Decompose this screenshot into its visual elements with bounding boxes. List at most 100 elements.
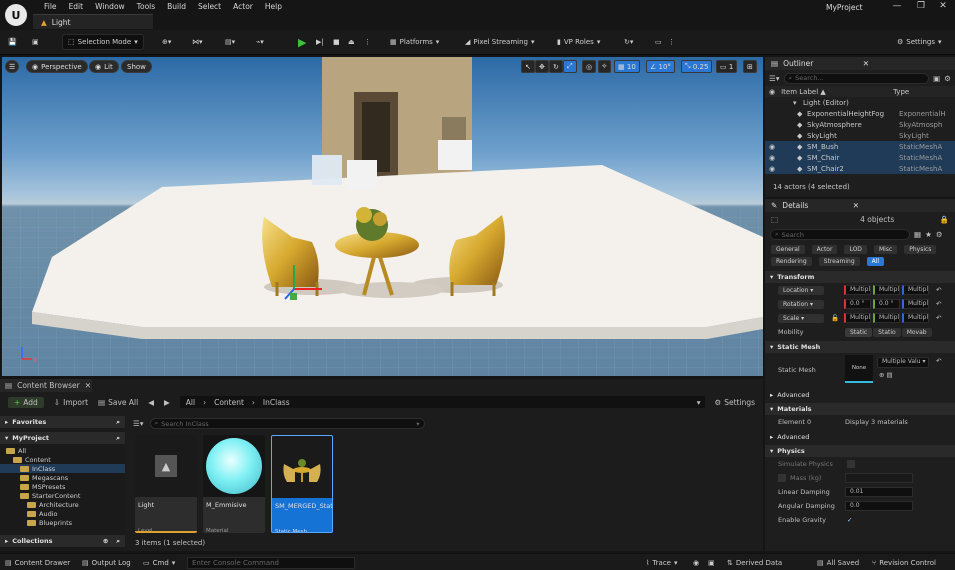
revision-control-button[interactable]: ⑂ Revision Control <box>872 557 936 569</box>
add-folder-icon[interactable]: ▣ <box>933 74 940 83</box>
filter-misc[interactable]: Misc <box>873 245 898 254</box>
folder-tree-item[interactable]: StarterContent <box>0 491 125 500</box>
menu-select[interactable]: Select <box>192 2 227 11</box>
simulate-checkbox[interactable] <box>847 460 855 468</box>
surface-snap-icon[interactable]: ⟡ <box>598 60 611 73</box>
outliner-search-input[interactable]: ⌕ Search... <box>783 72 930 84</box>
blueprint-icon[interactable]: ⋈▾ <box>192 34 203 50</box>
visibility-icon[interactable]: ◉ <box>769 88 775 96</box>
search-icon[interactable]: ⌕ <box>116 434 120 443</box>
table-view-icon[interactable]: ▦ <box>914 230 921 239</box>
level-viewport[interactable]: z x ☰ ◉ Perspective ◉ Lit Show ↖ ✥ ↻ ⤢ ◎ ⟡… <box>2 57 763 376</box>
menu-actor[interactable]: Actor <box>227 2 259 11</box>
folder-tree-item[interactable]: MSPresets <box>0 482 125 491</box>
minimize-button[interactable]: — <box>885 0 909 13</box>
advanced-row-2[interactable]: ▸ Advanced <box>765 431 955 443</box>
stop-button[interactable]: ■ <box>333 34 340 50</box>
maximize-viewport-icon[interactable]: ⊞ <box>743 60 757 73</box>
transform-section[interactable]: ▾ Transform <box>765 271 955 283</box>
pixel-streaming-dropdown[interactable]: ◢ Pixel Streaming ▾ <box>465 34 534 50</box>
reset-icon[interactable]: ↶ <box>936 357 941 365</box>
location-dropdown[interactable]: Location ▾ <box>778 285 824 295</box>
filter-all[interactable]: All <box>866 257 885 266</box>
gear-icon[interactable]: ⚙ <box>936 230 943 239</box>
trace-dropdown[interactable]: ⌇ Trace ▾ <box>646 557 678 569</box>
scale-tool-icon[interactable]: ⤢ <box>563 60 577 73</box>
grid-snap-button[interactable]: ▦ 10 <box>614 60 640 73</box>
rotation-x[interactable]: 0.0 ° <box>844 299 871 309</box>
breadcrumb-all[interactable]: All <box>186 398 195 407</box>
close-icon[interactable]: ✕ <box>853 201 859 210</box>
all-saved-button[interactable]: ▤ All Saved <box>817 557 859 569</box>
angular-damping-input[interactable]: 0.0 <box>845 501 913 511</box>
filter-lod[interactable]: LOD <box>844 245 867 254</box>
visibility-icon[interactable]: ◉ <box>769 154 779 162</box>
filter-streaming[interactable]: Streaming <box>818 257 860 266</box>
linear-damping-input[interactable]: 0.01 <box>845 487 913 497</box>
project-header[interactable]: ▾ MyProject ⌕ <box>0 432 125 444</box>
close-icon[interactable]: ✕ <box>85 381 91 390</box>
mesh-picker[interactable]: Multiple Valu ▾ <box>877 357 929 368</box>
close-button[interactable]: ✕ <box>931 0 955 13</box>
level-tab[interactable]: ▲ Light <box>33 14 153 29</box>
angle-snap-button[interactable]: ∠ 10° <box>646 60 675 73</box>
reset-icon[interactable]: ↶ <box>936 314 941 322</box>
step-button[interactable]: ▶| <box>316 34 324 50</box>
select-tool-icon[interactable]: ↖ <box>521 60 535 73</box>
derived-data-button[interactable]: ⇅ Derived Data <box>727 557 782 569</box>
scale-y[interactable]: Multipl <box>873 313 900 323</box>
vp-roles-dropdown[interactable]: ▮ VP Roles ▾ <box>557 34 600 50</box>
translate-tool-icon[interactable]: ✥ <box>535 60 549 73</box>
outliner-row[interactable]: ◆ ExponentialHeightFog ExponentialH <box>765 108 955 119</box>
add-button[interactable]: + Add <box>8 396 44 408</box>
play-options-icon[interactable]: ⋮ <box>364 34 371 50</box>
show-button[interactable]: Show <box>121 60 152 73</box>
mobility-static[interactable]: Static <box>845 327 873 337</box>
search-icon[interactable]: ⌕ <box>116 537 120 546</box>
content-browser-tab[interactable]: ▤ Content Browser ✕ <box>0 379 92 392</box>
menu-file[interactable]: File <box>38 2 63 11</box>
breadcrumb-inclass[interactable]: InClass <box>263 398 290 407</box>
col-item-label[interactable]: Item Label ▲ <box>781 88 893 96</box>
platforms-dropdown[interactable]: ▦ Platforms ▾ <box>390 34 439 50</box>
save-all-button[interactable]: ▤ Save All <box>98 398 138 407</box>
reset-icon[interactable]: ↶ <box>936 286 941 294</box>
lit-button[interactable]: ◉ Lit <box>89 60 119 73</box>
camera-icon[interactable]: ▣ <box>708 557 715 569</box>
chevron-down-icon[interactable]: ▾ <box>697 398 701 407</box>
materials-section[interactable]: ▾ Materials <box>765 403 955 415</box>
maximize-button[interactable]: ❐ <box>909 0 933 13</box>
asset-tile-material[interactable]: M_Emmisive Material <box>203 435 265 533</box>
physics-section[interactable]: ▾ Physics <box>765 445 955 457</box>
menu-window[interactable]: Window <box>89 2 131 11</box>
modes-icon[interactable]: ⌁▾ <box>256 34 264 50</box>
forward-icon[interactable]: ▶ <box>164 398 170 407</box>
camera-speed-button[interactable]: ▭ 1 <box>716 60 738 73</box>
collections-header[interactable]: ▸ Collections ⊕ ⌕ <box>0 535 125 547</box>
folder-tree-item[interactable]: Audio <box>0 509 125 518</box>
location-z[interactable]: Multipl <box>902 285 929 295</box>
eject-button[interactable]: ⏏ <box>348 34 355 50</box>
search-icon[interactable]: ⌕ <box>116 418 120 427</box>
rotate-tool-icon[interactable]: ↻ <box>549 60 563 73</box>
folder-tree-item[interactable]: Architecture <box>0 500 125 509</box>
filter-actor[interactable]: Actor <box>811 245 838 254</box>
mobility-movable[interactable]: Movab <box>901 327 932 337</box>
filter-physics[interactable]: Physics <box>904 245 937 254</box>
gravity-checkbox[interactable]: ✓ <box>847 516 852 524</box>
rotation-dropdown[interactable]: Rotation ▾ <box>778 299 824 309</box>
folder-tree-item[interactable]: Blueprints <box>0 518 125 527</box>
breadcrumb-content[interactable]: Content <box>214 398 244 407</box>
menu-tools[interactable]: Tools <box>131 2 161 11</box>
output-log-button[interactable]: ▤ Output Log <box>82 557 131 569</box>
menu-edit[interactable]: Edit <box>63 2 90 11</box>
lock-icon[interactable]: 🔓 <box>831 314 839 322</box>
advanced-row[interactable]: ▸ Advanced <box>765 389 955 401</box>
outliner-row[interactable]: ◆ SkyAtmosphere SkyAtmosph <box>765 119 955 130</box>
folder-tree-item[interactable]: InClass <box>0 464 125 473</box>
record-icon[interactable]: ◉ <box>693 557 699 569</box>
import-button[interactable]: ⇩ Import <box>54 398 88 407</box>
display-materials[interactable]: Display 3 materials <box>845 418 908 426</box>
content-drawer-button[interactable]: ▤ Content Drawer <box>5 557 70 569</box>
gear-icon[interactable]: ⚙ <box>944 74 951 83</box>
